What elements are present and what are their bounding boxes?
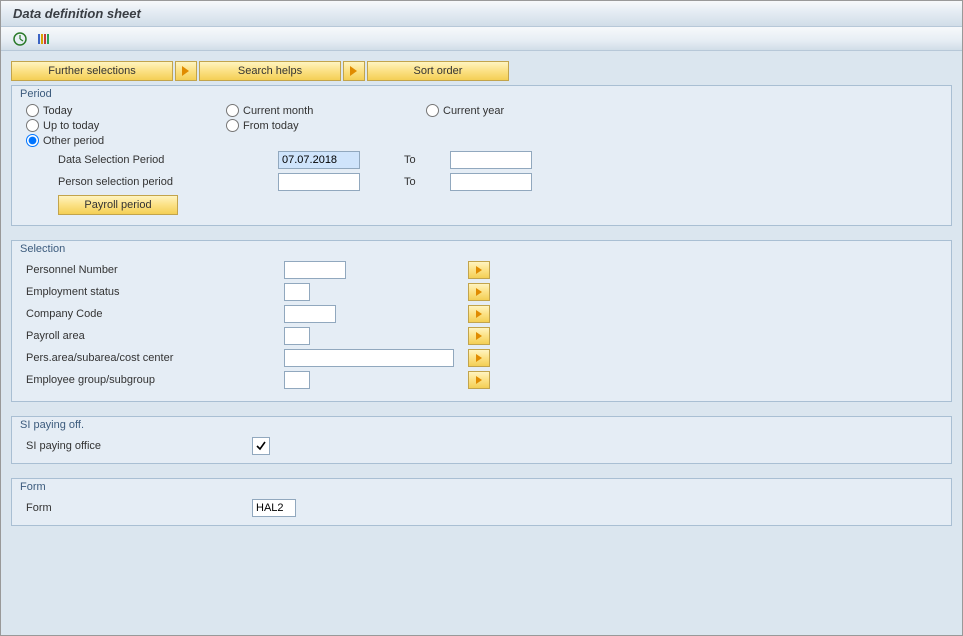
employment-status-input[interactable] <box>284 283 310 301</box>
data-selection-from-input[interactable] <box>278 151 360 169</box>
data-selection-to-input[interactable] <box>450 151 532 169</box>
employee-group-row: Employee group/subgroup <box>22 369 941 391</box>
arrow-right-icon <box>476 266 482 274</box>
search-helps-button[interactable]: Search helps <box>199 61 341 81</box>
arrow-right-icon <box>476 288 482 296</box>
selection-group-label: Selection <box>18 243 65 255</box>
further-selections-label: Further selections <box>48 65 135 77</box>
selection-group: Selection Personnel Number Employment st… <box>11 240 952 402</box>
radio-from-today-input[interactable] <box>226 119 239 132</box>
si-paying-office-row: SI paying office <box>22 435 941 457</box>
radio-from-today-label: From today <box>243 120 299 132</box>
data-selection-period-label: Data Selection Period <box>58 154 164 166</box>
company-code-label: Company Code <box>26 308 102 320</box>
further-selections-button[interactable]: Further selections <box>11 61 173 81</box>
personnel-number-row: Personnel Number <box>22 259 941 281</box>
variant-icon[interactable] <box>35 30 53 48</box>
form-group-label: Form <box>18 481 46 493</box>
period-group-label: Period <box>18 88 52 100</box>
sort-order-arrow-button[interactable] <box>343 61 365 81</box>
person-selection-to-label: To <box>404 176 416 188</box>
radio-current-year[interactable]: Current year <box>426 104 626 117</box>
radio-current-year-label: Current year <box>443 105 504 117</box>
radio-current-month[interactable]: Current month <box>226 104 426 117</box>
sort-order-button[interactable]: Sort order <box>367 61 509 81</box>
pers-area-multi-button[interactable] <box>468 349 490 367</box>
person-selection-period-row: Person selection period To <box>22 171 941 193</box>
form-input[interactable] <box>252 499 296 517</box>
company-code-input[interactable] <box>284 305 336 323</box>
app-toolbar <box>1 27 962 51</box>
arrow-right-icon <box>476 354 482 362</box>
arrow-right-icon <box>476 332 482 340</box>
person-selection-from-input[interactable] <box>278 173 360 191</box>
payroll-area-multi-button[interactable] <box>468 327 490 345</box>
execute-icon[interactable] <box>11 30 29 48</box>
payroll-period-label: Payroll period <box>84 199 151 211</box>
form-row: Form <box>22 497 941 519</box>
arrow-right-icon <box>350 66 357 76</box>
radio-other-period-label: Other period <box>43 135 104 147</box>
si-paying-group: SI paying off. SI paying office <box>11 416 952 464</box>
personnel-number-label: Personnel Number <box>26 264 118 276</box>
data-selection-period-row: Data Selection Period To <box>22 149 941 171</box>
pers-area-input[interactable] <box>284 349 454 367</box>
si-paying-group-label: SI paying off. <box>18 419 84 431</box>
si-paying-office-label: SI paying office <box>26 440 101 452</box>
arrow-right-icon <box>476 310 482 318</box>
personnel-number-multi-button[interactable] <box>468 261 490 279</box>
employment-status-multi-button[interactable] <box>468 283 490 301</box>
company-code-multi-button[interactable] <box>468 305 490 323</box>
company-code-row: Company Code <box>22 303 941 325</box>
page-title: Data definition sheet <box>13 6 141 21</box>
si-paying-office-checkbox[interactable] <box>252 437 270 455</box>
action-button-row: Further selections Search helps Sort ord… <box>11 61 952 81</box>
payroll-area-input[interactable] <box>284 327 310 345</box>
person-selection-period-label: Person selection period <box>58 176 173 188</box>
sort-order-label: Sort order <box>414 65 463 77</box>
radio-other-period[interactable]: Other period <box>26 134 226 147</box>
form-label: Form <box>26 502 52 514</box>
radio-today[interactable]: Today <box>26 104 226 117</box>
employee-group-multi-button[interactable] <box>468 371 490 389</box>
search-helps-label: Search helps <box>238 65 302 77</box>
person-selection-to-input[interactable] <box>450 173 532 191</box>
pers-area-row: Pers.area/subarea/cost center <box>22 347 941 369</box>
employment-status-row: Employment status <box>22 281 941 303</box>
personnel-number-input[interactable] <box>284 261 346 279</box>
payroll-area-row: Payroll area <box>22 325 941 347</box>
pers-area-label: Pers.area/subarea/cost center <box>26 352 173 364</box>
radio-current-year-input[interactable] <box>426 104 439 117</box>
employee-group-label: Employee group/subgroup <box>26 374 155 386</box>
employment-status-label: Employment status <box>26 286 120 298</box>
search-helps-arrow-button[interactable] <box>175 61 197 81</box>
data-selection-to-label: To <box>404 154 416 166</box>
arrow-right-icon <box>182 66 189 76</box>
radio-current-month-label: Current month <box>243 105 313 117</box>
radio-today-input[interactable] <box>26 104 39 117</box>
radio-other-period-input[interactable] <box>26 134 39 147</box>
employee-group-input[interactable] <box>284 371 310 389</box>
radio-up-to-today[interactable]: Up to today <box>26 119 226 132</box>
arrow-right-icon <box>476 376 482 384</box>
period-radio-grid: Today Current month Current year Up to t… <box>22 104 941 147</box>
radio-up-to-today-label: Up to today <box>43 120 99 132</box>
radio-today-label: Today <box>43 105 72 117</box>
payroll-area-label: Payroll area <box>26 330 85 342</box>
radio-up-to-today-input[interactable] <box>26 119 39 132</box>
period-group: Period Today Current month Current year … <box>11 85 952 226</box>
payroll-period-button[interactable]: Payroll period <box>58 195 178 215</box>
radio-from-today[interactable]: From today <box>226 119 426 132</box>
form-group: Form Form <box>11 478 952 526</box>
title-bar: Data definition sheet <box>1 1 962 27</box>
content-area: Further selections Search helps Sort ord… <box>1 51 962 540</box>
radio-current-month-input[interactable] <box>226 104 239 117</box>
